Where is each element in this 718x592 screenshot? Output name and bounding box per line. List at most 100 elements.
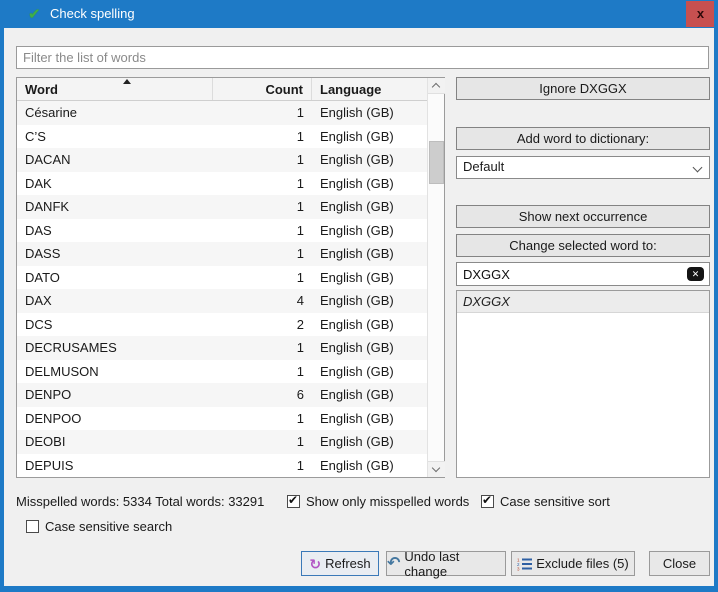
cell-language: English (GB)	[320, 222, 394, 238]
cell-count: 1	[296, 340, 304, 356]
checkbox-icon[interactable]	[287, 493, 300, 508]
cell-count: 4	[296, 293, 304, 309]
table-header: Word Count Language	[17, 78, 427, 101]
cell-count: 6	[296, 387, 304, 403]
scroll-down-icon[interactable]	[428, 461, 445, 477]
table-row[interactable]: DAK 1 English (GB)	[17, 172, 427, 196]
cell-language: English (GB)	[320, 434, 394, 450]
svg-text:3: 3	[517, 566, 520, 571]
suggestions-list: DXGGX	[456, 290, 710, 478]
table-row[interactable]: DELMUSON 1 English (GB)	[17, 360, 427, 384]
cell-word: DEOBI	[25, 434, 66, 450]
cell-count: 1	[296, 363, 304, 379]
exclude-files-button[interactable]: 1 2 3 Exclude files (5)	[511, 551, 635, 576]
cell-language: English (GB)	[320, 293, 394, 309]
close-label: Close	[662, 556, 697, 571]
change-selected-word-button[interactable]: Change selected word to:	[456, 234, 710, 257]
table-row[interactable]: DEOBI 1 English (GB)	[17, 430, 427, 454]
cell-language: English (GB)	[320, 175, 394, 191]
cell-word: DEPUIS	[25, 457, 74, 473]
cell-language: English (GB)	[320, 316, 394, 332]
cell-language: English (GB)	[320, 340, 394, 356]
cell-word: DATO	[25, 269, 60, 285]
filter-input[interactable]	[16, 46, 709, 69]
cell-language: English (GB)	[320, 152, 394, 168]
refresh-button[interactable]: ↻ Refresh	[301, 551, 379, 576]
cell-count: 1	[296, 410, 304, 426]
cell-language: English (GB)	[320, 128, 394, 144]
close-button[interactable]: Close	[649, 551, 710, 576]
cell-count: 1	[296, 152, 304, 168]
case-sensitive-sort-checkbox[interactable]: Case sensitive sort	[481, 493, 610, 509]
clear-input-icon[interactable]: ✕	[687, 267, 704, 281]
cell-word: DAX	[25, 293, 52, 309]
scroll-up-icon[interactable]	[428, 78, 445, 94]
checkbox-label: Case sensitive search	[45, 519, 173, 534]
dictionary-select[interactable]: Default	[456, 156, 710, 179]
table-row[interactable]: DENPO 6 English (GB)	[17, 383, 427, 407]
table-body: Césarine 1 English (GB) C’S 1 English (G…	[17, 101, 427, 477]
change-word-input[interactable]	[457, 263, 685, 285]
add-word-to-dictionary-button[interactable]: Add word to dictionary:	[456, 127, 710, 150]
close-window-button[interactable]: x	[686, 1, 714, 27]
cell-count: 1	[296, 222, 304, 238]
table-row[interactable]: DEPUIS 1 English (GB)	[17, 454, 427, 478]
table-row[interactable]: C’S 1 English (GB)	[17, 125, 427, 149]
refresh-label: Refresh	[325, 556, 371, 571]
check-mark-icon: ✔	[28, 6, 41, 23]
case-sensitive-search-checkbox[interactable]: Case sensitive search	[26, 519, 172, 534]
numbered-list-icon: 1 2 3	[517, 557, 533, 571]
table-row[interactable]: DANFK 1 English (GB)	[17, 195, 427, 219]
column-header-word[interactable]: Word	[17, 78, 213, 100]
scrollbar-thumb[interactable]	[429, 141, 444, 184]
cell-word: DAS	[25, 222, 52, 238]
cell-count: 1	[296, 175, 304, 191]
cell-language: English (GB)	[320, 363, 394, 379]
cell-count: 1	[296, 128, 304, 144]
column-header-language[interactable]: Language	[312, 78, 427, 100]
cell-word: Césarine	[25, 105, 78, 121]
check-spelling-dialog: ✔ Check spelling x Word Count Language C…	[0, 0, 718, 592]
table-row[interactable]: DENPOO 1 English (GB)	[17, 407, 427, 431]
table-row[interactable]: DCS 2 English (GB)	[17, 313, 427, 337]
cell-count: 2	[296, 316, 304, 332]
cell-word: DAK	[25, 175, 52, 191]
table-row[interactable]: DAS 1 English (GB)	[17, 219, 427, 243]
table-row[interactable]: Césarine 1 English (GB)	[17, 101, 427, 125]
cell-language: English (GB)	[320, 199, 394, 215]
show-only-misspelled-checkbox[interactable]: Show only misspelled words	[287, 493, 469, 509]
table-row[interactable]: DASS 1 English (GB)	[17, 242, 427, 266]
cell-word: DACAN	[25, 152, 71, 168]
word-count-summary: Misspelled words: 5334 Total words: 3329…	[16, 494, 265, 509]
dictionary-selected-value: Default	[463, 159, 505, 174]
undo-arrow-icon: ↶	[387, 554, 401, 572]
cell-language: English (GB)	[320, 105, 394, 121]
cell-word: DENPO	[25, 387, 72, 403]
undo-last-change-button[interactable]: ↶ Undo last change	[386, 548, 506, 579]
checkbox-icon[interactable]	[481, 493, 494, 508]
table-scrollbar[interactable]	[427, 78, 445, 477]
cell-count: 1	[296, 199, 304, 215]
cell-count: 1	[296, 457, 304, 473]
cell-word: DELMUSON	[25, 363, 99, 379]
show-next-occurrence-button[interactable]: Show next occurrence	[456, 205, 710, 228]
cell-language: English (GB)	[320, 410, 394, 426]
word-table: Word Count Language Césarine 1 English (…	[16, 77, 445, 478]
sort-ascending-icon	[123, 79, 131, 84]
exclude-label: Exclude files (5)	[536, 556, 629, 571]
undo-label: Undo last change	[404, 548, 460, 579]
table-row[interactable]: DACAN 1 English (GB)	[17, 148, 427, 172]
cell-word: C’S	[25, 128, 46, 144]
checkbox-icon[interactable]	[26, 520, 39, 533]
chevron-down-icon	[692, 162, 703, 173]
column-header-count[interactable]: Count	[213, 78, 312, 100]
table-row[interactable]: DECRUSAMES 1 English (GB)	[17, 336, 427, 360]
cell-word: DASS	[25, 246, 61, 262]
table-row[interactable]: DAX 4 English (GB)	[17, 289, 427, 313]
change-word-field-wrap: ✕	[456, 262, 710, 286]
refresh-icon: ↻	[309, 555, 322, 572]
table-row[interactable]: DATO 1 English (GB)	[17, 266, 427, 290]
suggestion-item[interactable]: DXGGX	[457, 291, 709, 313]
cell-word: DCS	[25, 316, 53, 332]
ignore-word-button[interactable]: Ignore DXGGX	[456, 77, 710, 100]
